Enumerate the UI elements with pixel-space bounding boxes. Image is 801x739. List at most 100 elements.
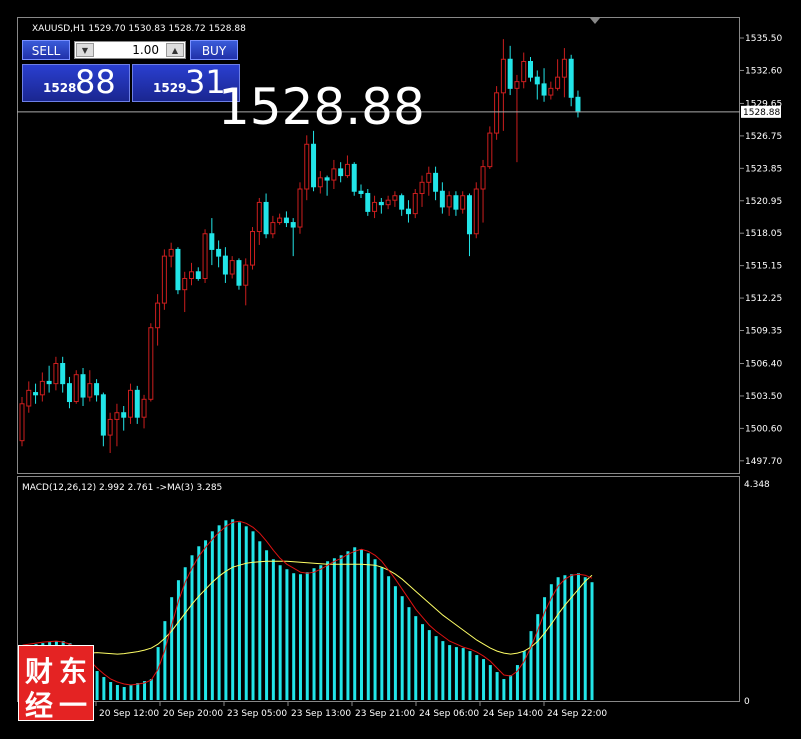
lot-size-stepper[interactable]: ▼ 1.00 ▲ bbox=[74, 41, 186, 59]
macd-bar bbox=[319, 565, 323, 700]
macd-y-tick-label: 0 bbox=[744, 697, 750, 707]
y-axis: 1535.501532.601529.651526.751523.851520.… bbox=[740, 34, 782, 467]
candle-body bbox=[317, 177, 323, 188]
x-tick-label: 23 Sep 13:00 bbox=[291, 709, 351, 719]
macd-bar bbox=[326, 561, 330, 700]
candle-body bbox=[385, 199, 391, 206]
macd-bar bbox=[373, 559, 377, 700]
candle-body bbox=[344, 163, 350, 177]
macd-bar bbox=[217, 525, 221, 700]
candle-body bbox=[575, 96, 581, 113]
macd-bar bbox=[265, 550, 269, 700]
macd-bar bbox=[570, 574, 574, 700]
macd-bar bbox=[156, 647, 160, 700]
candle-body bbox=[94, 383, 100, 396]
macd-bar bbox=[366, 553, 370, 700]
candle-body bbox=[507, 58, 513, 89]
macd-bar bbox=[237, 522, 241, 700]
candle-body bbox=[419, 181, 425, 194]
macd-header: MACD(12,26,12) 2.992 2.761 ->MA(3) 3.285 bbox=[22, 483, 222, 493]
x-tick-label: 24 Sep 14:00 bbox=[483, 709, 543, 719]
macd-bar bbox=[204, 540, 208, 700]
macd-bar bbox=[454, 647, 458, 700]
candle-body bbox=[80, 374, 86, 398]
candle-body bbox=[405, 208, 411, 215]
macd-bar bbox=[305, 572, 309, 700]
candle-body bbox=[500, 58, 506, 94]
macd-bar bbox=[102, 677, 106, 700]
macd-bar bbox=[231, 519, 235, 700]
candle-body bbox=[453, 195, 459, 210]
candle-body bbox=[331, 168, 337, 181]
candle-body bbox=[155, 302, 161, 329]
sell-button[interactable]: SELL bbox=[22, 40, 70, 60]
lot-decrease-icon[interactable]: ▼ bbox=[76, 43, 94, 57]
macd-bar bbox=[590, 582, 594, 700]
macd-bar bbox=[461, 648, 465, 700]
candle-body bbox=[87, 383, 93, 398]
candle-body bbox=[100, 394, 106, 436]
candle-body bbox=[541, 83, 547, 96]
candle-body bbox=[466, 195, 472, 235]
x-tick-label: 20 Sep 20:00 bbox=[163, 709, 223, 719]
y-tick-label: 1515.15 bbox=[745, 262, 782, 272]
macd-bar bbox=[414, 616, 418, 700]
lot-increase-icon[interactable]: ▲ bbox=[166, 43, 184, 57]
macd-bar bbox=[183, 567, 187, 700]
candle-body bbox=[229, 260, 235, 275]
candle-body bbox=[521, 61, 527, 83]
candle-body bbox=[277, 217, 283, 224]
macd-bar bbox=[400, 596, 404, 700]
macd-bar bbox=[448, 645, 452, 700]
macd-bar bbox=[332, 558, 336, 700]
candle-body bbox=[195, 271, 201, 279]
macd-bar bbox=[292, 573, 296, 700]
candle-body bbox=[548, 87, 554, 96]
macd-bar bbox=[251, 531, 255, 700]
logo-char: 一 bbox=[59, 689, 88, 722]
macd-bar bbox=[509, 675, 513, 700]
scroll-triangle-icon[interactable] bbox=[590, 18, 600, 24]
macd-bar bbox=[495, 672, 499, 700]
candle-body bbox=[494, 92, 500, 134]
candle-body bbox=[480, 166, 486, 190]
macd-bar bbox=[244, 526, 248, 700]
macd-bar bbox=[122, 687, 126, 700]
macd-bar bbox=[482, 659, 486, 700]
candle-body bbox=[358, 190, 364, 194]
candle-body bbox=[46, 380, 52, 385]
candle-body bbox=[528, 61, 533, 78]
current-price-label: 1528.88 bbox=[743, 108, 780, 118]
candle-body bbox=[290, 222, 296, 228]
buy-button[interactable]: BUY bbox=[190, 40, 238, 60]
candle-body bbox=[114, 412, 120, 420]
candle-body bbox=[324, 177, 330, 181]
y-tick-label: 1518.05 bbox=[745, 229, 782, 239]
macd-bar bbox=[380, 567, 384, 700]
macd-bar bbox=[576, 573, 580, 700]
bid-price-box[interactable]: 1528 88 bbox=[22, 63, 130, 102]
candle-body bbox=[378, 201, 384, 206]
macd-bar bbox=[488, 665, 492, 700]
candle-body bbox=[141, 398, 147, 418]
macd-bar bbox=[583, 577, 587, 700]
candle-body bbox=[121, 412, 127, 418]
big-price-display: 1528.88 bbox=[218, 78, 425, 136]
candle-body bbox=[60, 363, 66, 385]
macd-bar bbox=[129, 685, 133, 700]
lot-size-value[interactable]: 1.00 bbox=[132, 42, 159, 58]
macd-bar bbox=[529, 631, 533, 700]
macd-histogram bbox=[21, 519, 594, 700]
candle-body bbox=[148, 327, 154, 400]
candle-body bbox=[439, 190, 445, 208]
candle-body bbox=[202, 233, 208, 279]
candle-body bbox=[66, 383, 72, 403]
macd-bar bbox=[475, 655, 479, 700]
macd-bar bbox=[563, 575, 567, 700]
macd-y-axis: 4.348 0 bbox=[744, 480, 770, 707]
candle-body bbox=[189, 271, 194, 279]
candle-body bbox=[561, 58, 567, 78]
macd-bar bbox=[407, 607, 411, 700]
macd-bar bbox=[353, 547, 357, 700]
y-tick-label: 1520.95 bbox=[745, 197, 782, 207]
